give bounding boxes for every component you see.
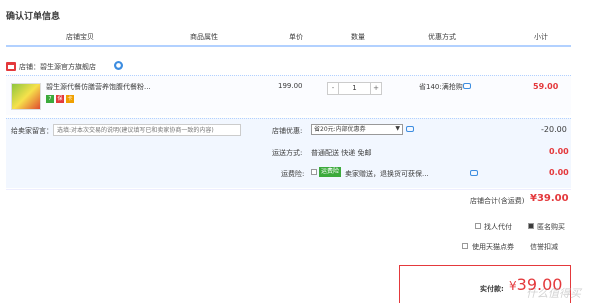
watermark: 什么值得买: [526, 287, 581, 300]
shop-icon: [6, 62, 16, 71]
discount-method: 省140:满抢购: [419, 83, 463, 91]
chat-icon[interactable]: [470, 170, 478, 176]
column-header-subtotal: 小计: [534, 33, 548, 41]
order-item-row: [6, 75, 571, 115]
insurance-text: 卖家赠送，退换货可获保...: [345, 170, 429, 178]
chat-icon[interactable]: [463, 83, 471, 89]
shop-total-label: 店铺合计(含运费): [470, 197, 525, 205]
anonymous-checkbox[interactable]: [528, 223, 534, 229]
insurance-checkbox[interactable]: [311, 169, 317, 175]
shop-discount-select[interactable]: 省20元:内部优惠券 ▼: [311, 124, 403, 135]
shop-total-value: ¥39.00: [530, 193, 569, 204]
insurance-tag: 运费险: [319, 167, 342, 177]
shipping-value: 0.00: [549, 147, 569, 156]
shop-name[interactable]: 店铺：碧生源官方旗舰店: [19, 62, 96, 72]
proxy-pay-checkbox[interactable]: [475, 223, 481, 229]
tmall-points-label[interactable]: 使用天猫点券: [472, 242, 514, 252]
quantity-plus-button[interactable]: +: [370, 83, 381, 94]
column-header-attr: 商品属性: [190, 33, 218, 41]
memo-label: 给卖家留言：: [11, 127, 53, 135]
shop-discount-label: 店铺优惠:: [272, 127, 303, 135]
shipping-label: 运送方式:: [272, 149, 303, 157]
points-deduct-label: 信誉扣减: [530, 243, 558, 251]
memo-input[interactable]: [53, 124, 241, 136]
product-thumbnail[interactable]: [11, 83, 41, 110]
anonymous-label[interactable]: 匿名购买: [537, 222, 565, 232]
tmall-points-checkbox[interactable]: [462, 243, 468, 249]
dropdown-arrow-icon: ▼: [395, 125, 400, 132]
insurance-label: 运费险:: [281, 170, 305, 178]
service-badge-icon[interactable]: 7: [46, 95, 54, 103]
product-name[interactable]: 碧生源代餐仿膳营养饱腹代餐粉...: [46, 82, 151, 92]
quantity-input[interactable]: 1: [339, 83, 370, 94]
shop-discount-value: -20.00: [541, 125, 567, 134]
chat-icon[interactable]: [406, 126, 414, 132]
guarantee-badge-icon[interactable]: 保: [56, 95, 64, 103]
table-header: 店铺宝贝 商品属性 单价 数量 优惠方式 小计: [6, 29, 571, 47]
column-header-item: 店铺宝贝: [66, 33, 94, 41]
currency-symbol: ¥: [509, 279, 517, 293]
pay-label: 实付款:: [480, 285, 504, 293]
column-header-price: 单价: [289, 33, 303, 41]
page-title: 确认订单信息: [6, 12, 61, 22]
column-header-discount: 优惠方式: [428, 33, 456, 41]
unit-price: 199.00: [278, 82, 303, 90]
column-header-qty: 数量: [351, 33, 365, 41]
quantity-stepper: - 1 +: [327, 82, 382, 95]
proxy-pay-label[interactable]: 找人代付: [484, 222, 512, 232]
item-subtotal: 59.00: [533, 82, 559, 91]
insurance-value: 0.00: [549, 168, 569, 177]
shipping-method: 普通配送 快递 免邮: [311, 149, 372, 157]
quantity-minus-button[interactable]: -: [328, 83, 339, 94]
shop-discount-selected: 省20元:内部优惠券: [314, 126, 366, 133]
card-badge-icon[interactable]: 卡: [66, 95, 74, 103]
wangwang-icon[interactable]: ●: [114, 61, 123, 70]
